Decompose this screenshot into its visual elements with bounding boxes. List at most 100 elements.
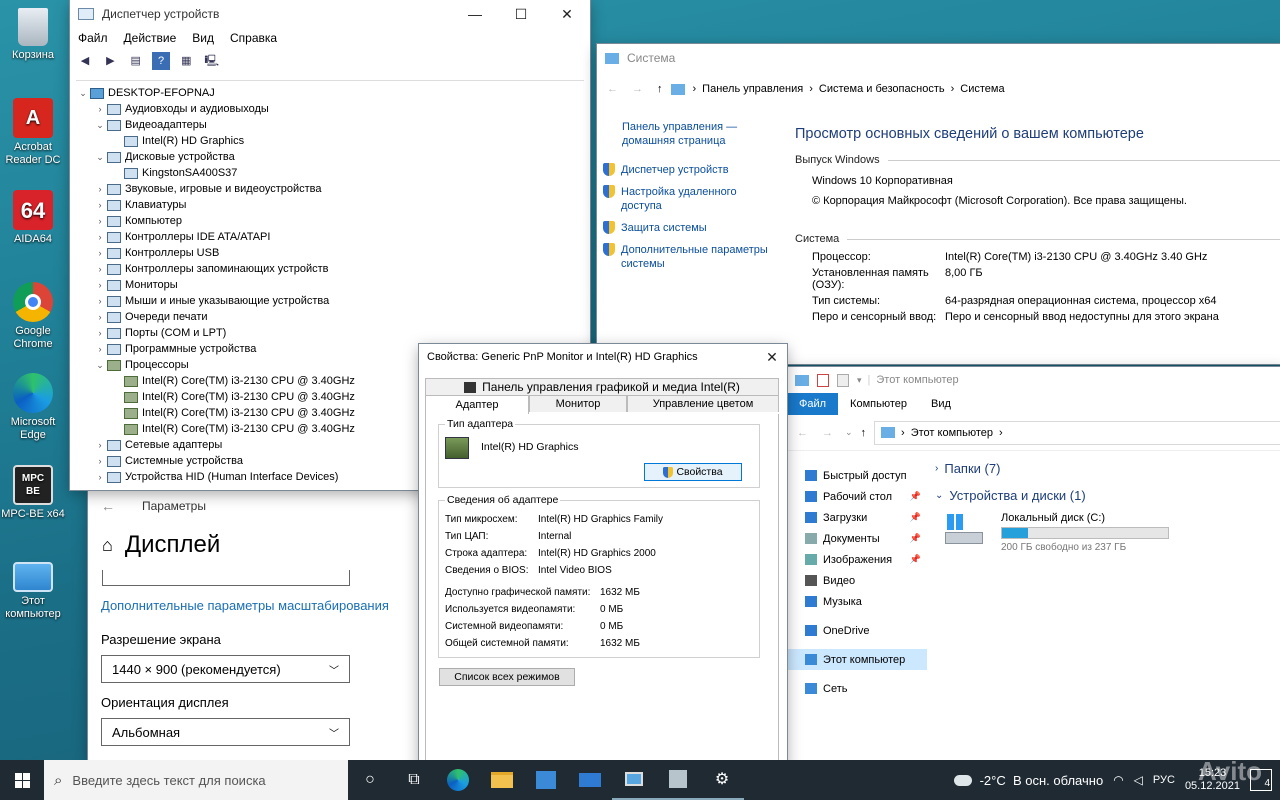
adapter-properties-button[interactable]: Свойства [644, 463, 742, 481]
menu-file[interactable]: Файл [78, 31, 108, 45]
advanced-scaling-link[interactable]: Дополнительные параметры масштабирования [101, 598, 389, 613]
nav-item[interactable]: Видео [787, 570, 927, 591]
store-icon[interactable] [524, 760, 568, 800]
chevron-right-icon[interactable]: › [93, 312, 107, 322]
scale-dropdown-partial[interactable] [102, 570, 350, 586]
system-info-icon[interactable] [612, 760, 656, 800]
task-view-icon[interactable]: ⧉ [392, 760, 436, 800]
nav-item[interactable]: OneDrive [787, 620, 927, 641]
chevron-right-icon[interactable]: › [93, 456, 107, 466]
taskbar-search[interactable]: ⌕ Введите здесь текст для поиска [44, 760, 348, 800]
breadcrumb-system[interactable]: Система [960, 83, 1004, 95]
folders-group[interactable]: › Папки (7) [935, 457, 1275, 479]
device-tree-item[interactable]: › Порты (COM и LPT) [76, 325, 584, 341]
device-tree-item[interactable]: Intel(R) HD Graphics [76, 133, 584, 149]
mail-icon[interactable] [568, 760, 612, 800]
desktop-icon-aida64[interactable]: 64 AIDA64 [0, 190, 66, 246]
forward-arrow-icon[interactable]: → [632, 83, 643, 95]
sidebar-link-device-manager[interactable]: Диспетчер устройств [603, 163, 783, 177]
up-arrow-icon[interactable]: ↑ [861, 427, 867, 439]
nav-item[interactable]: Быстрый доступ [787, 465, 927, 486]
device-tree-item[interactable]: ⌄ Видеоадаптеры [76, 117, 584, 133]
chevron-right-icon[interactable]: › [93, 472, 107, 482]
language-indicator[interactable]: РУС [1153, 774, 1175, 786]
sidebar-link-advanced[interactable]: Дополнительные параметры системы [603, 243, 783, 271]
chevron-right-icon[interactable]: › [93, 280, 107, 290]
forward-arrow-icon[interactable]: → [822, 427, 833, 439]
chevron-down-icon[interactable]: ▾ [857, 375, 862, 386]
nav-item[interactable]: Этот компьютер [787, 649, 927, 670]
device-tree-item[interactable]: › Аудиовходы и аудиовыходы [76, 101, 584, 117]
chevron-right-icon[interactable]: › [93, 184, 107, 194]
desktop-icon-this-pc[interactable]: Этот компьютер [0, 556, 66, 621]
ribbon-tab-view[interactable]: Вид [919, 398, 963, 410]
tab-monitor[interactable]: Монитор [529, 395, 627, 412]
back-arrow-icon[interactable]: ← [797, 427, 808, 439]
nav-item[interactable]: Музыка [787, 591, 927, 612]
breadcrumb-security[interactable]: Система и безопасность [819, 83, 945, 95]
settings-gear-icon[interactable]: ⚙ [700, 760, 744, 800]
minimize-button[interactable]: — [452, 0, 498, 28]
help-icon[interactable]: ? [152, 52, 171, 70]
device-tree-item[interactable]: › Контроллеры IDE ATA/ATAPI [76, 229, 584, 245]
device-tree-item[interactable]: › Мыши и иные указывающие устройства [76, 293, 584, 309]
control-panel-home-link[interactable]: Панель управления — домашняя страница [603, 120, 738, 148]
desktop-icon-mpc-be[interactable]: MPC BE MPC-BE x64 [0, 465, 66, 521]
cortana-icon[interactable]: ○ [348, 760, 392, 800]
chevron-down-icon[interactable]: ⌄ [93, 152, 107, 163]
nav-item[interactable]: Сеть [787, 678, 927, 699]
edge-taskbar-icon[interactable] [436, 760, 480, 800]
chevron-right-icon[interactable]: › [93, 232, 107, 242]
up-arrow-icon[interactable]: ↑ [657, 83, 663, 95]
chevron-down-icon[interactable]: ⌄ [93, 360, 107, 371]
local-disk-item[interactable]: Локальный диск (C:) 200 ГБ свободно из 2… [945, 512, 1275, 553]
ribbon-tab-file[interactable]: Файл [787, 393, 839, 415]
ribbon-tab-computer[interactable]: Компьютер [838, 398, 919, 410]
system-titlebar[interactable]: Система [597, 44, 1280, 72]
chevron-down-icon[interactable]: ⌄ [93, 120, 107, 131]
address-box[interactable]: › Этот компьютер › [874, 420, 1280, 445]
file-explorer-icon[interactable] [480, 760, 524, 800]
network-icon[interactable]: ◠ [1113, 773, 1123, 787]
orientation-select[interactable]: Альбомная ﹀ [101, 718, 350, 746]
properties-icon[interactable] [817, 373, 829, 387]
chevron-down-icon[interactable]: ⌄ [845, 427, 853, 438]
desktop-icon-recycle-bin[interactable]: Корзина [0, 8, 66, 62]
home-icon[interactable]: ⌂ [102, 535, 113, 556]
chevron-right-icon[interactable]: › [93, 248, 107, 258]
menu-help[interactable]: Справка [230, 31, 277, 45]
chevron-down-icon[interactable]: ⌄ [76, 88, 90, 99]
maximize-button[interactable]: ☐ [498, 0, 544, 28]
scan-hardware-icon[interactable]: 🖳 [203, 52, 221, 70]
device-tree-item[interactable]: KingstonSA400S37 [76, 165, 584, 181]
device-tree-item[interactable]: › Контроллеры USB [76, 245, 584, 261]
explorer-titlebar[interactable]: ▾ | Этот компьютер [787, 367, 1280, 393]
device-tree-item[interactable]: › Клавиатуры [76, 197, 584, 213]
chevron-right-icon[interactable]: › [93, 296, 107, 306]
device-tree-item[interactable]: › Контроллеры запоминающих устройств [76, 261, 584, 277]
resolution-select[interactable]: 1440 × 900 (рекомендуется) ﹀ [101, 655, 350, 683]
new-folder-icon[interactable] [837, 373, 849, 387]
menu-view[interactable]: Вид [192, 31, 214, 45]
back-arrow-icon[interactable]: ← [88, 498, 128, 514]
forward-arrow-icon[interactable]: ▶ [101, 52, 119, 70]
device-tree-item[interactable]: › Мониторы [76, 277, 584, 293]
chevron-right-icon[interactable]: › [93, 344, 107, 354]
device-manager-taskbar-icon[interactable] [656, 760, 700, 800]
sidebar-link-remote[interactable]: Настройка удаленного доступа [603, 185, 783, 213]
chevron-right-icon[interactable]: › [93, 200, 107, 210]
chevron-right-icon[interactable]: › [93, 104, 107, 114]
volume-icon[interactable]: ◁ [1134, 773, 1143, 787]
list-all-modes-button[interactable]: Список всех режимов [439, 668, 575, 686]
nav-item[interactable]: Документы 📌 [787, 528, 927, 549]
device-tree-item[interactable]: › Компьютер [76, 213, 584, 229]
desktop-icon-chrome[interactable]: Google Chrome [0, 282, 66, 351]
tab-intel-graphics[interactable]: Панель управления графикой и медиа Intel… [425, 378, 779, 395]
close-button[interactable]: ✕ [757, 344, 787, 370]
details-icon[interactable]: ▦ [177, 52, 195, 70]
menu-action[interactable]: Действие [124, 31, 177, 45]
devices-group[interactable]: ⌄ Устройства и диски (1) [935, 484, 1275, 506]
sidebar-link-protection[interactable]: Защита системы [603, 221, 783, 235]
back-arrow-icon[interactable]: ← [607, 83, 618, 95]
dialog-titlebar[interactable]: Свойства: Generic PnP Monitor и Intel(R)… [419, 344, 787, 370]
